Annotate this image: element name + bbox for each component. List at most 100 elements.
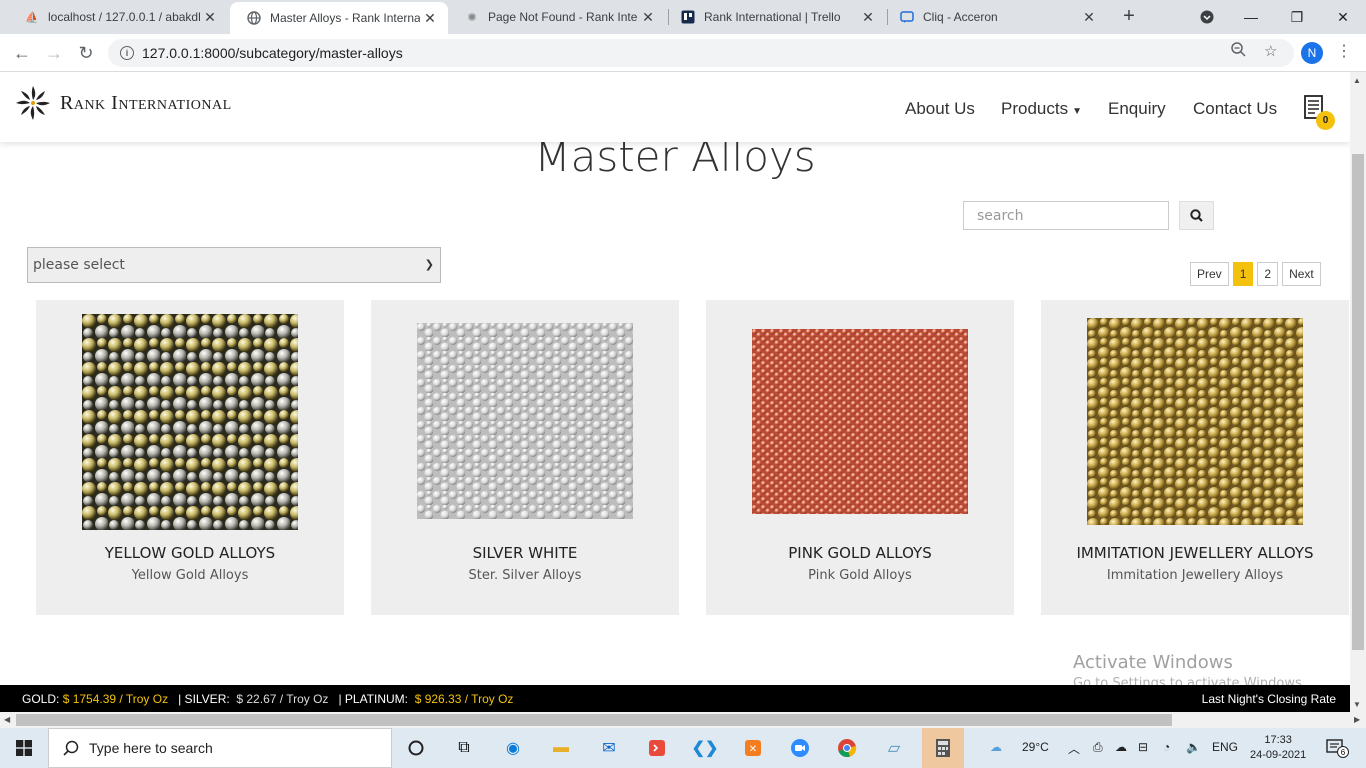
product-card[interactable]: YELLOW GOLD ALLOYS Yellow Gold Alloys (36, 300, 344, 615)
glass-app-icon[interactable]: ▱ (882, 736, 906, 760)
search-button[interactable] (1179, 201, 1214, 230)
restore-button[interactable]: ❐ (1274, 0, 1320, 34)
clock-date: 24-09-2021 (1250, 749, 1307, 761)
close-icon[interactable]: ✕ (638, 9, 658, 26)
tab-title: Rank International | Trello (704, 10, 841, 24)
product-card[interactable]: IMMITATION JEWELLERY ALLOYS Immitation J… (1041, 300, 1349, 615)
windows-start-icon[interactable] (12, 736, 36, 760)
tab-search-button[interactable] (1184, 0, 1230, 34)
closing-rate-label: Last Night's Closing Rate (1201, 691, 1336, 706)
close-icon[interactable]: ✕ (1079, 9, 1099, 26)
file-explorer-icon[interactable]: ▬ (549, 736, 573, 760)
network-icon[interactable]: ⊟ (1138, 740, 1148, 754)
close-icon[interactable]: ✕ (858, 9, 878, 26)
close-window-button[interactable]: ✕ (1320, 0, 1366, 34)
brand-name: Rank International (60, 91, 232, 114)
pagination-page-2[interactable]: 2 (1257, 262, 1279, 286)
speaker-icon[interactable]: 🔈 (1186, 740, 1201, 754)
brand-logo[interactable]: Rank International (14, 84, 232, 122)
silver-price: $ 22.67 / Troy Oz (236, 691, 329, 706)
scroll-up-icon[interactable]: ▲ (1353, 76, 1361, 85)
address-bar: ← → ↻ i 127.0.0.1:8000/subcategory/maste… (0, 34, 1366, 72)
vertical-scrollbar[interactable]: ▲ ▼ (1350, 72, 1366, 712)
product-title: SILVER WHITE (472, 544, 578, 562)
pagination-prev[interactable]: Prev (1190, 262, 1229, 286)
tab-master-alloys[interactable]: Master Alloys - Rank Internat ✕ (230, 2, 448, 34)
edge-icon[interactable]: ◉ (501, 736, 525, 760)
forward-arrow-icon[interactable]: → (42, 41, 66, 65)
scrollbar-thumb[interactable] (16, 714, 1172, 726)
calculator-icon[interactable] (922, 728, 964, 768)
nav-enquiry[interactable]: Enquiry (1108, 99, 1166, 119)
tab-title: Page Not Found - Rank Intern (488, 10, 638, 24)
product-title: PINK GOLD ALLOYS (788, 544, 932, 562)
reload-icon[interactable]: ↻ (74, 41, 98, 65)
mail-icon[interactable]: ✉ (597, 736, 621, 760)
pagination: Prev 1 2 Next (1186, 262, 1321, 286)
chrome-icon[interactable] (835, 736, 859, 760)
tab-page-not-found[interactable]: ✺ Page Not Found - Rank Intern ✕ (448, 0, 666, 34)
search-icon (63, 740, 79, 756)
weather-icon[interactable]: ☁ (990, 740, 1002, 754)
scroll-right-icon[interactable]: ▶ (1354, 715, 1360, 724)
menu-dots-icon[interactable]: ⋮ (1336, 41, 1352, 61)
cortana-icon[interactable] (404, 736, 428, 760)
tab-trello[interactable]: Rank International | Trello ✕ (664, 0, 886, 34)
scroll-down-icon[interactable]: ▼ (1353, 700, 1361, 709)
platinum-label: | PLATINUM: (338, 691, 409, 706)
scrollbar-thumb[interactable] (1352, 154, 1364, 650)
weather-temperature[interactable]: 29°C (1022, 740, 1049, 754)
chevron-up-icon[interactable]: ︿ (1068, 740, 1080, 757)
url-field[interactable]: i 127.0.0.1:8000/subcategory/master-allo… (108, 39, 1294, 67)
gold-label: GOLD: (22, 691, 60, 706)
task-view-icon[interactable]: ⧉ (452, 736, 476, 760)
system-clock[interactable]: 17:33 24-09-2021 (1250, 733, 1306, 763)
gold-price: $ 1754.39 / Troy Oz (62, 691, 169, 706)
chevron-down-icon: ❯ (424, 258, 434, 271)
info-icon[interactable]: i (120, 46, 134, 60)
nav-products[interactable]: Products ▼ (1001, 99, 1082, 119)
vscode-icon[interactable]: ❮❯ (692, 736, 719, 760)
category-select[interactable]: please select ❯ (27, 247, 441, 283)
close-icon[interactable]: ✕ (420, 10, 440, 27)
nav-about-us[interactable]: About Us (905, 99, 975, 119)
tab-title: Cliq - Acceron (923, 10, 998, 24)
tab-cliq[interactable]: Cliq - Acceron ✕ (883, 0, 1107, 34)
activate-windows-watermark: Activate Windows (1073, 652, 1233, 673)
browser-tab-bar: ⛵ localhost / 127.0.0.1 / abakdb ✕ Maste… (0, 0, 1366, 34)
notifications-icon[interactable]: 6 (1324, 736, 1349, 760)
language-indicator[interactable]: ENG (1212, 740, 1238, 754)
product-title: YELLOW GOLD ALLOYS (104, 544, 276, 562)
scroll-left-icon[interactable]: ◀ (4, 715, 10, 724)
xampp-icon[interactable]: ✕ (741, 736, 765, 760)
url-text: 127.0.0.1:8000/subcategory/master-alloys (142, 45, 403, 61)
back-arrow-icon[interactable]: ← (10, 41, 34, 65)
horizontal-scrollbar[interactable]: ◀ ▶ (0, 712, 1366, 728)
nav-contact-us[interactable]: Contact Us (1193, 99, 1277, 119)
bookmark-star-icon[interactable]: ☆ (1264, 42, 1277, 60)
product-card[interactable]: PINK GOLD ALLOYS Pink Gold Alloys (706, 300, 1014, 615)
git-icon[interactable] (645, 736, 669, 760)
immitation-jewellery-alloys-image (1087, 318, 1303, 525)
logo-mark-icon (16, 86, 50, 120)
pagination-page-1[interactable]: 1 (1232, 262, 1254, 286)
product-card[interactable]: SILVER WHITE Ster. Silver Alloys (371, 300, 679, 615)
wifi-icon[interactable]: ◔ (1163, 740, 1170, 754)
silver-white-image (417, 323, 633, 519)
search-icon (1190, 209, 1203, 222)
tab-phpmyadmin[interactable]: ⛵ localhost / 127.0.0.1 / abakdb ✕ (8, 0, 228, 34)
search-input[interactable]: search (963, 201, 1169, 230)
profile-avatar[interactable]: N (1301, 42, 1323, 64)
new-tab-button[interactable]: + (1118, 5, 1140, 28)
zoom-app-icon[interactable] (788, 736, 812, 760)
tray-devices-icon[interactable]: ⎙ (1093, 740, 1103, 755)
taskbar-search-placeholder: Type here to search (89, 740, 213, 756)
yellow-gold-alloys-image (82, 314, 298, 530)
close-icon[interactable]: ✕ (200, 9, 220, 26)
cloud-icon[interactable]: ☁ (1115, 740, 1127, 754)
silver-label: | SILVER: (178, 691, 230, 706)
zoom-icon[interactable] (1231, 42, 1246, 61)
taskbar-search-box[interactable]: Type here to search (48, 728, 392, 768)
minimize-button[interactable]: — (1228, 0, 1274, 34)
pagination-next[interactable]: Next (1282, 262, 1321, 286)
